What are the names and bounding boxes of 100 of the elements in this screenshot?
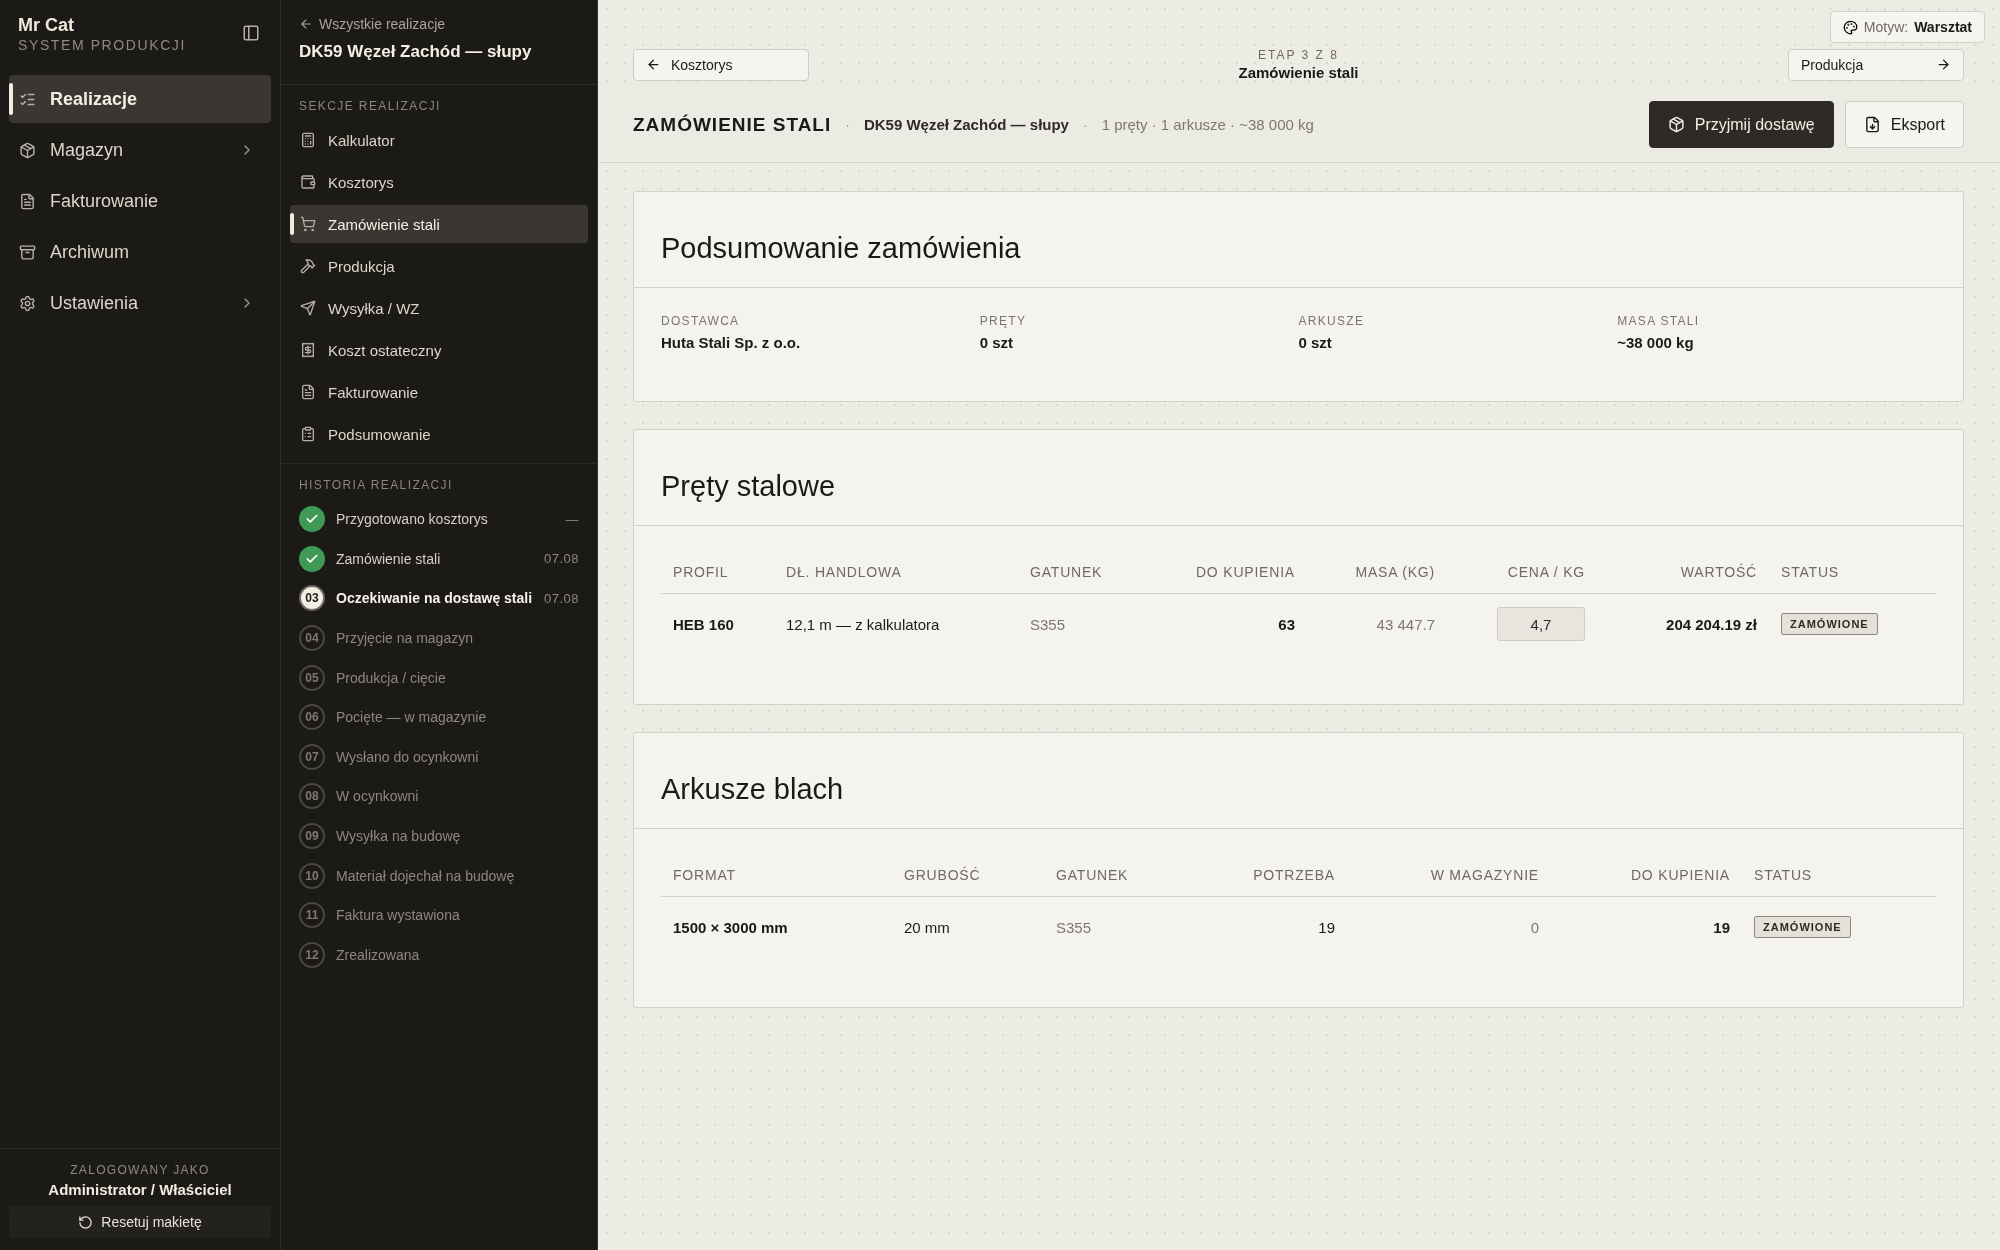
calculator-icon <box>300 132 316 148</box>
step-number: 08 <box>299 783 325 810</box>
history-step: Wysyłka na budowę <box>336 828 579 845</box>
palette-icon <box>1842 19 1858 35</box>
nav-item[interactable]: Realizacje <box>9 75 271 123</box>
theme-selector[interactable]: Motyw: Warsztat <box>1829 11 1985 43</box>
brand-subtitle: SYSTEM PRODUKCJI <box>18 36 186 54</box>
column-header: POTRZEBA <box>1179 853 1347 897</box>
table-cell: 12,1 m — z kalkulatora <box>786 615 940 633</box>
card-title: Pręty stalowe <box>634 430 1963 526</box>
table-cell: 20 mm <box>904 918 950 936</box>
wallet-icon <box>300 174 316 190</box>
table-cell: 1500 × 3000 mm <box>673 918 788 936</box>
theme-label: Motyw: <box>1863 19 1909 35</box>
field-label: ARKUSZE <box>1298 314 1366 328</box>
previous-step-button[interactable]: Kosztorys <box>633 48 809 81</box>
history-step: Wysłano do ocynkowni <box>336 748 579 765</box>
section-item[interactable]: Produkcja <box>290 247 588 285</box>
column-header: CENA / KG <box>1447 550 1597 594</box>
document-icon <box>300 384 316 400</box>
history-step: Zamówienie stali <box>336 550 533 567</box>
section-item[interactable]: Zamówienie stali <box>290 205 588 243</box>
next-step-button[interactable]: Produkcja <box>1788 48 1964 81</box>
table-cell: 63 <box>1278 615 1295 633</box>
card-title: Arkusze blach <box>634 733 1963 829</box>
history-step: W ocynkowni <box>336 788 579 805</box>
nav-item[interactable]: Archiwum <box>9 228 271 276</box>
user-label: ZALOGOWANY JAKO <box>70 1163 210 1177</box>
column-header: DŁ. HANDLOWA <box>774 550 1018 594</box>
step-number: 07 <box>299 743 325 770</box>
table-cell: 19 <box>1318 918 1335 936</box>
column-header: PROFIL <box>661 550 774 594</box>
step-number: 06 <box>299 704 325 731</box>
field-value: Huta Stali Sp. z o.o. <box>661 334 802 351</box>
file-download-icon <box>1863 116 1881 133</box>
arrow-left-icon <box>646 57 661 72</box>
column-header: W MAGAZYNIE <box>1347 853 1551 897</box>
price-field[interactable]: 4,7 <box>1497 607 1585 641</box>
clipboard-icon <box>300 426 316 442</box>
card-title: Podsumowanie zamówienia <box>634 192 1963 288</box>
step-title: Zamówienie stali <box>1238 64 1359 81</box>
receive-delivery-button[interactable]: Przyjmij dostawę <box>1648 101 1834 148</box>
step-date: 07.08 <box>543 591 579 606</box>
section-item[interactable]: Kalkulator <box>290 121 588 159</box>
receipt-icon <box>300 342 316 358</box>
section-item[interactable]: Wysyłka / WZ <box>290 289 588 327</box>
column-header: GRUBOŚĆ <box>892 853 1044 897</box>
column-header: GATUNEK <box>1018 550 1168 594</box>
table-cell: S355 <box>1056 918 1092 936</box>
page-title: ZAMÓWIENIE STALI <box>633 113 832 136</box>
nav-item[interactable]: Fakturowanie <box>9 177 271 225</box>
project-name: DK59 Węzeł Zachód — słupy <box>863 116 1069 133</box>
hammer-icon <box>300 258 316 274</box>
separator-dot: · <box>845 116 850 133</box>
archive-icon <box>19 243 36 261</box>
cart-icon <box>300 216 316 232</box>
order-meta: 1 pręty · 1 arkusze · ~38 000 kg <box>1101 116 1314 133</box>
brand-name: Mr Cat <box>18 14 75 36</box>
history-step: Oczekiwanie na dostawę stali <box>336 590 533 607</box>
status-badge: ZAMÓWIONE <box>1781 613 1878 635</box>
status-badge: ZAMÓWIONE <box>1754 916 1851 938</box>
sidebar-toggle-icon[interactable] <box>242 24 260 42</box>
field-value: 0 szt <box>979 334 1015 351</box>
nav-item[interactable]: Magazyn <box>9 126 271 174</box>
field-label: DOSTAWCA <box>661 314 741 328</box>
column-header: MASA (KG) <box>1307 550 1447 594</box>
step-number: 05 <box>299 664 325 691</box>
field-value: 0 szt <box>1298 334 1333 351</box>
field-label: PRĘTY <box>979 314 1028 328</box>
section-item[interactable]: Koszt ostateczny <box>290 331 588 369</box>
reset-icon <box>78 1214 94 1230</box>
step-number: 10 <box>299 862 325 889</box>
section-item[interactable]: Podsumowanie <box>290 415 588 453</box>
column-header: STATUS <box>1769 550 1936 594</box>
history-step: Pocięte — w magazynie <box>336 709 579 726</box>
export-button[interactable]: Eksport <box>1844 101 1964 148</box>
history-step: Zrealizowana <box>336 946 579 963</box>
column-header: WARTOŚĆ <box>1597 550 1769 594</box>
table-cell: HEB 160 <box>673 615 734 633</box>
column-header: DO KUPIENIA <box>1551 853 1742 897</box>
section-item[interactable]: Fakturowanie <box>290 373 588 411</box>
project-title: DK59 Węzeł Zachód — słupy <box>299 42 533 62</box>
step-number: 09 <box>299 823 325 850</box>
box-icon <box>1667 116 1685 133</box>
box-icon <box>19 141 36 159</box>
history-step: Faktura wystawiona <box>336 907 579 924</box>
step-counter: ETAP 3 Z 8 <box>1258 48 1339 62</box>
table-cell: 19 <box>1713 918 1730 936</box>
step-number: 12 <box>299 941 325 968</box>
document-icon <box>19 192 36 210</box>
reset-button[interactable]: Resetuj makietę <box>9 1206 271 1238</box>
history-step: Przyjęcie na magazyn <box>336 630 579 647</box>
table-cell: 43 447.7 <box>1376 615 1435 633</box>
section-heading: HISTORIA REALIZACJI <box>298 477 454 494</box>
section-item[interactable]: Kosztorys <box>290 163 588 201</box>
theme-value: Warsztat <box>1914 19 1972 35</box>
nav-item[interactable]: Ustawienia <box>9 279 271 327</box>
column-header: GATUNEK <box>1044 853 1179 897</box>
history-step: Materiał dojechał na budowę <box>336 867 579 884</box>
back-link[interactable]: Wszystkie realizacje <box>299 16 579 32</box>
